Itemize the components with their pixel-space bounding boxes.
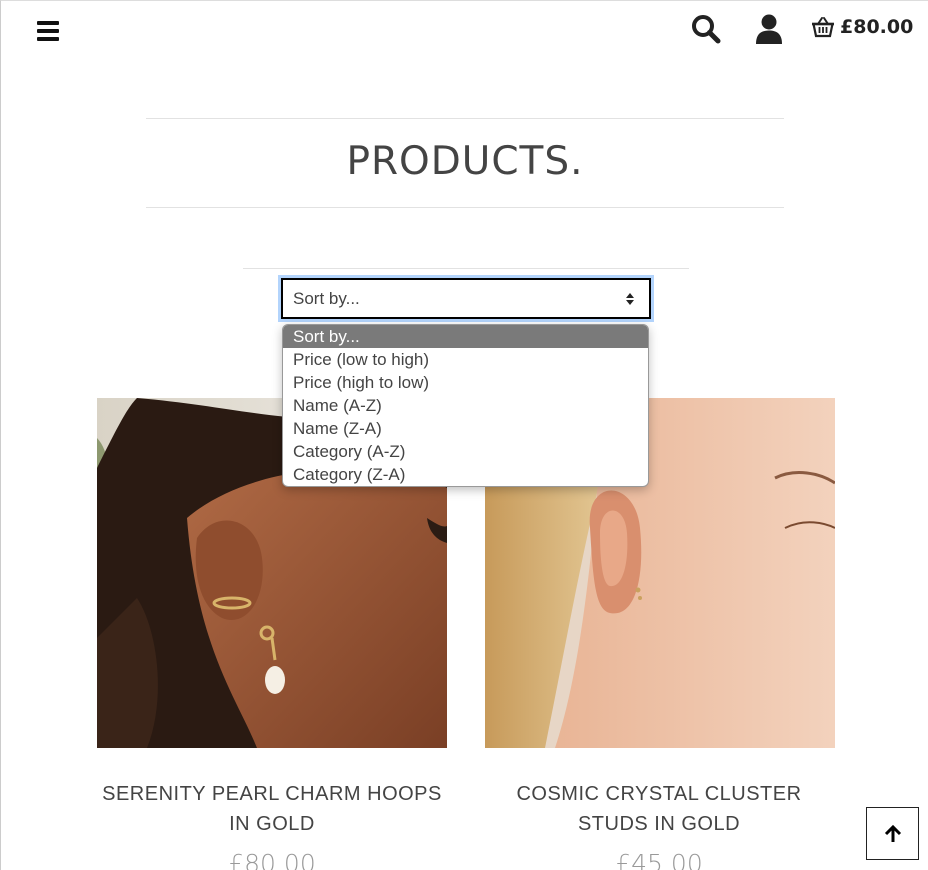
- product-price-2: £45.00: [615, 849, 703, 870]
- title-bottom-divider: [146, 207, 784, 208]
- sort-option-price-asc[interactable]: Price (low to high): [283, 348, 648, 371]
- sort-divider: [243, 268, 689, 269]
- menu-icon[interactable]: [37, 21, 59, 41]
- sort-option-name-asc[interactable]: Name (A-Z): [283, 394, 648, 417]
- sort-option-default[interactable]: Sort by...: [283, 325, 648, 348]
- title-top-divider: [146, 118, 784, 119]
- sort-dropdown: Sort by... Price (low to high) Price (hi…: [282, 324, 649, 487]
- search-icon[interactable]: [691, 14, 721, 44]
- back-to-top-button[interactable]: [866, 807, 919, 860]
- sort-option-price-desc[interactable]: Price (high to low): [283, 371, 648, 394]
- product-name-1[interactable]: SERENITY PEARL CHARM HOOPS IN GOLD: [92, 779, 452, 839]
- basket-total: £80.00: [840, 16, 914, 38]
- product-price-1: £80.00: [228, 849, 316, 870]
- basket-link[interactable]: £80.00: [811, 16, 913, 38]
- sort-select-value: Sort by...: [293, 288, 360, 308]
- sort-option-name-desc[interactable]: Name (Z-A): [283, 417, 648, 440]
- user-icon[interactable]: [755, 14, 783, 44]
- sort-option-category-asc[interactable]: Category (A-Z): [283, 440, 648, 463]
- basket-icon: [812, 17, 834, 38]
- page-title: PRODUCTS.: [346, 139, 584, 184]
- sort-select[interactable]: Sort by...: [278, 275, 654, 322]
- arrow-up-icon: [884, 824, 901, 842]
- select-arrows-icon: [626, 293, 634, 305]
- product-name-2[interactable]: COSMIC CRYSTAL CLUSTER STUDS IN GOLD: [479, 779, 839, 839]
- sort-option-category-desc[interactable]: Category (Z-A): [283, 463, 648, 486]
